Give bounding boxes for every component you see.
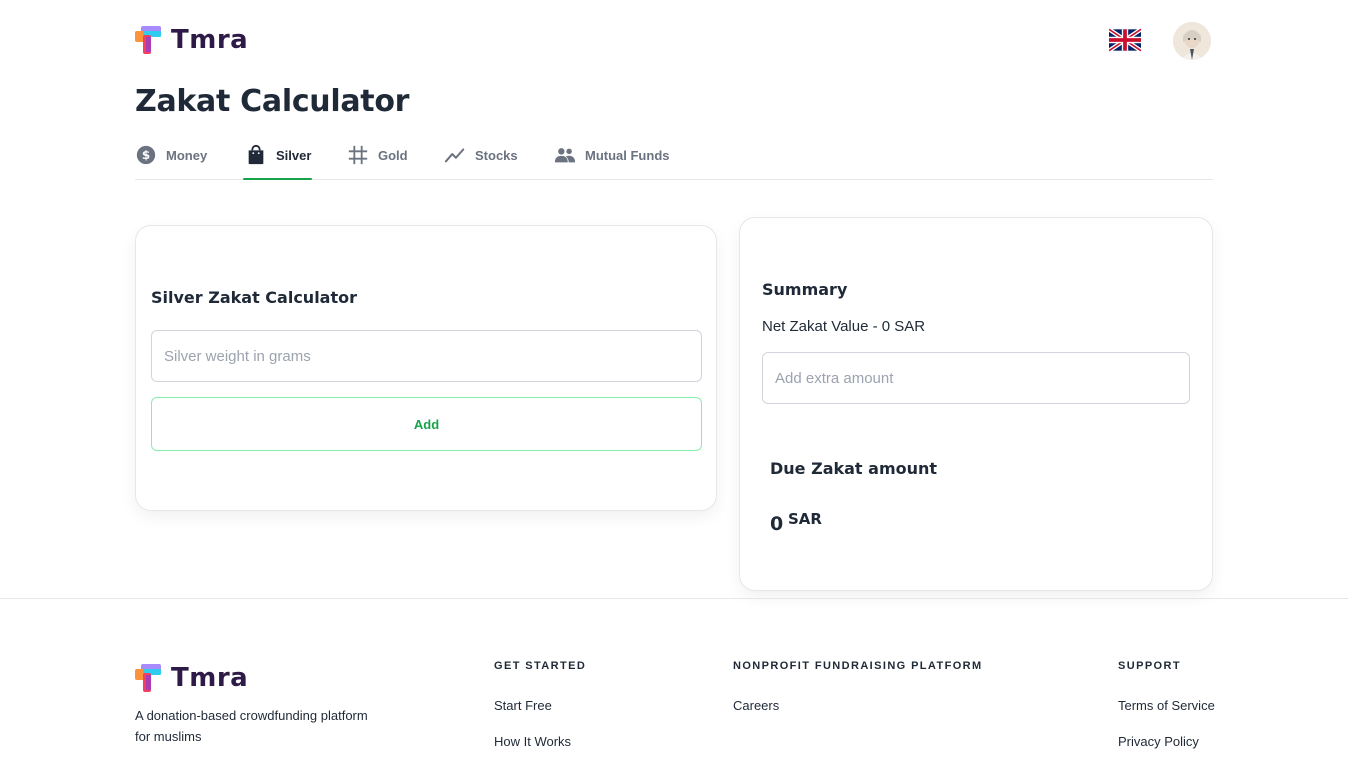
hash-grid-icon: [348, 145, 368, 165]
tab-label: Silver: [276, 148, 312, 163]
footer-link-start-free[interactable]: Start Free: [494, 698, 586, 714]
page-title: Zakat Calculator: [135, 84, 410, 119]
brand-name: Tmra: [171, 25, 249, 55]
tab-stocks[interactable]: Stocks: [444, 146, 518, 180]
footer-description: A donation-based crowdfunding platform f…: [135, 708, 368, 744]
calculator-title: Silver Zakat Calculator: [151, 288, 357, 307]
add-button[interactable]: Add: [151, 397, 702, 451]
footer-link-privacy[interactable]: Privacy Policy: [1118, 734, 1215, 750]
footer-column-support: SUPPORT Terms of Service Privacy Policy: [1118, 660, 1215, 750]
tmra-logo-icon: [135, 664, 161, 692]
shopping-bag-icon: [248, 144, 264, 165]
dollar-circle-icon: $: [136, 145, 156, 165]
silver-weight-input[interactable]: [151, 330, 702, 382]
people-icon: [554, 148, 576, 163]
footer-column-nonprofit: NONPROFIT FUNDRAISING PLATFORM Careers: [733, 660, 983, 714]
summary-title: Summary: [762, 280, 848, 299]
uk-flag-icon[interactable]: [1109, 27, 1141, 53]
tmra-logo-icon: [135, 26, 161, 54]
user-avatar[interactable]: [1173, 22, 1211, 60]
footer-brand-name: Tmra: [171, 663, 249, 693]
trending-line-icon: [444, 148, 465, 163]
tab-gold[interactable]: Gold: [347, 145, 408, 180]
tab-money[interactable]: $ Money: [135, 145, 208, 180]
footer-divider: [0, 598, 1348, 599]
tab-silver[interactable]: Silver: [242, 144, 313, 180]
extra-amount-input[interactable]: [762, 352, 1190, 404]
brand-logo[interactable]: Tmra: [135, 26, 248, 54]
tab-mutual-funds[interactable]: Mutual Funds: [554, 146, 670, 180]
due-zakat-amount: 0: [770, 513, 784, 535]
svg-text:$: $: [142, 148, 150, 162]
footer-heading: NONPROFIT FUNDRAISING PLATFORM: [733, 660, 983, 672]
footer-heading: SUPPORT: [1118, 660, 1181, 672]
due-zakat-title: Due Zakat amount: [770, 459, 938, 478]
silver-calculator-card: Silver Zakat Calculator Add: [135, 225, 717, 511]
avatar-image: [1173, 22, 1211, 60]
footer-column-get-started: GET STARTED Start Free How It Works: [494, 660, 586, 750]
summary-card: Summary Net Zakat Value - 0 SAR Due Zaka…: [739, 217, 1213, 591]
due-zakat-currency: SAR: [788, 510, 822, 528]
footer-heading: GET STARTED: [494, 660, 587, 672]
footer-brand-logo[interactable]: Tmra: [135, 664, 248, 692]
calculator-tabs: $ Money Silver Gold Stocks Mutual Funds: [135, 140, 1213, 180]
tab-label: Gold: [378, 148, 408, 163]
tab-label: Mutual Funds: [585, 148, 670, 163]
footer-link-careers[interactable]: Careers: [733, 698, 983, 714]
tab-label: Stocks: [475, 148, 518, 163]
footer-link-terms[interactable]: Terms of Service: [1118, 698, 1215, 714]
footer-link-how-it-works[interactable]: How It Works: [494, 734, 586, 750]
net-zakat-value: Net Zakat Value - 0 SAR: [762, 318, 926, 335]
top-header: Tmra: [135, 22, 1213, 60]
tab-label: Money: [166, 148, 208, 163]
